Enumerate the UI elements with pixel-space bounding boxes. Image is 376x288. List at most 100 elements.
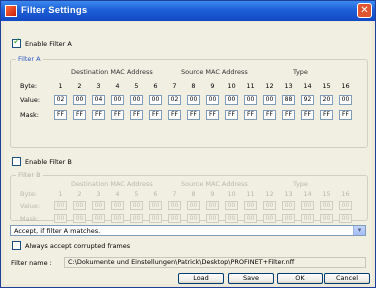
byte-number: 2 xyxy=(77,190,82,198)
mask-cell[interactable]: FF xyxy=(168,110,181,120)
value-cell[interactable]: 02 xyxy=(54,95,67,105)
value-cell[interactable]: 00 xyxy=(111,95,124,105)
value-cell[interactable]: 00 xyxy=(244,95,257,105)
accept-mode-dropdown[interactable]: Accept, if filter A matches. ▾ xyxy=(10,225,366,236)
save-button[interactable]: Save xyxy=(228,273,274,284)
value-cell[interactable]: 04 xyxy=(92,95,105,105)
value-cell[interactable]: 00 xyxy=(225,95,238,105)
enable-filter-b-row[interactable]: Enable Filter B xyxy=(12,157,72,166)
mask-cell[interactable]: 00 xyxy=(282,214,295,223)
byte-number: 15 xyxy=(322,82,331,90)
mask-cell[interactable]: 00 xyxy=(244,214,257,223)
value-cell[interactable]: 00 xyxy=(206,201,219,210)
byte-number: 6 xyxy=(153,82,158,90)
value-cell[interactable]: 00 xyxy=(244,201,257,210)
title-bar[interactable]: Filter Settings ✕ xyxy=(1,1,375,21)
filter-a-group: Filter A Destination MAC Address Source M… xyxy=(10,55,368,148)
load-button[interactable]: Load xyxy=(178,273,224,284)
value-cell[interactable]: 88 xyxy=(282,95,295,105)
enable-filter-a-row[interactable]: Enable Filter A xyxy=(12,37,72,48)
value-cell[interactable]: 00 xyxy=(339,201,352,210)
value-cell[interactable]: 00 xyxy=(54,201,67,210)
mask-cell[interactable]: 00 xyxy=(149,214,162,223)
mask-row-label: Mask: xyxy=(20,215,39,223)
mask-cell[interactable]: 00 xyxy=(168,214,181,223)
value-cell[interactable]: 00 xyxy=(130,201,143,210)
dialog-content: Enable Filter A Filter A Destination MAC… xyxy=(4,22,372,284)
enable-filter-b-checkbox[interactable] xyxy=(12,157,21,166)
value-cell[interactable]: 00 xyxy=(187,95,200,105)
mask-cell[interactable]: 00 xyxy=(54,214,67,223)
mask-cell[interactable]: 00 xyxy=(225,214,238,223)
byte-number: 2 xyxy=(77,82,82,90)
value-cell[interactable]: 00 xyxy=(263,201,276,210)
filter-b-group-label: Filter B xyxy=(16,171,43,179)
mask-cell[interactable]: 00 xyxy=(111,214,124,223)
byte-number: 16 xyxy=(341,190,350,198)
value-cell[interactable]: 00 xyxy=(263,95,276,105)
byte-number: 5 xyxy=(134,190,139,198)
filter-b-group: Filter B Destination MAC Address Source M… xyxy=(10,171,368,223)
mask-cell[interactable]: FF xyxy=(111,110,124,120)
cancel-button[interactable]: Cancel xyxy=(324,273,370,284)
enable-filter-a-checkbox[interactable] xyxy=(12,37,21,48)
dest-mac-header: Destination MAC Address xyxy=(71,68,153,76)
value-cell[interactable]: 00 xyxy=(301,201,314,210)
mask-cell[interactable]: FF xyxy=(130,110,143,120)
value-cell[interactable]: 00 xyxy=(73,201,86,210)
value-row-label: Value: xyxy=(20,202,41,210)
value-cell[interactable]: 00 xyxy=(149,201,162,210)
value-cell[interactable]: 00 xyxy=(282,201,295,210)
value-cell[interactable]: 02 xyxy=(168,95,181,105)
mask-cell[interactable]: 00 xyxy=(263,214,276,223)
value-cell[interactable]: 00 xyxy=(92,201,105,210)
mask-cell[interactable]: FF xyxy=(301,110,314,120)
byte-number: 4 xyxy=(115,82,120,90)
mask-cell[interactable]: FF xyxy=(244,110,257,120)
mask-cell[interactable]: FF xyxy=(225,110,238,120)
mask-cell[interactable]: FF xyxy=(206,110,219,120)
chevron-down-icon[interactable]: ▾ xyxy=(353,226,365,235)
value-cell[interactable]: 20 xyxy=(320,95,333,105)
value-cell[interactable]: 00 xyxy=(73,95,86,105)
value-cell[interactable]: 00 xyxy=(168,201,181,210)
value-cell[interactable]: 00 xyxy=(149,95,162,105)
accept-corrupted-row[interactable]: Always accept corrupted frames xyxy=(12,241,130,250)
mask-cell[interactable]: 00 xyxy=(73,214,86,223)
mask-cell[interactable]: FF xyxy=(149,110,162,120)
byte-number: 14 xyxy=(303,190,312,198)
value-cell[interactable]: 00 xyxy=(187,201,200,210)
byte-number: 1 xyxy=(58,82,63,90)
value-cell[interactable]: 92 xyxy=(301,95,314,105)
mask-cell[interactable]: FF xyxy=(92,110,105,120)
byte-number: 16 xyxy=(341,82,350,90)
mask-cell[interactable]: 00 xyxy=(339,214,352,223)
mask-cell[interactable]: FF xyxy=(73,110,86,120)
accept-corrupted-checkbox[interactable] xyxy=(12,241,21,250)
value-cell[interactable]: 00 xyxy=(339,95,352,105)
value-cell[interactable]: 00 xyxy=(130,95,143,105)
byte-number: 13 xyxy=(284,82,293,90)
mask-cell[interactable]: 00 xyxy=(301,214,314,223)
mask-cell[interactable]: FF xyxy=(187,110,200,120)
close-button[interactable]: ✕ xyxy=(357,3,372,18)
mask-cell[interactable]: FF xyxy=(320,110,333,120)
mask-cell[interactable]: 00 xyxy=(206,214,219,223)
value-cell[interactable]: 00 xyxy=(111,201,124,210)
enable-filter-a-label: Enable Filter A xyxy=(25,39,72,48)
type-header: Type xyxy=(293,68,308,76)
mask-cell[interactable]: FF xyxy=(282,110,295,120)
mask-cell[interactable]: FF xyxy=(263,110,276,120)
byte-number: 3 xyxy=(96,190,101,198)
mask-cell[interactable]: FF xyxy=(54,110,67,120)
mask-cell[interactable]: FF xyxy=(339,110,352,120)
value-cell[interactable]: 00 xyxy=(225,201,238,210)
value-cell[interactable]: 00 xyxy=(320,201,333,210)
byte-number: 6 xyxy=(153,190,158,198)
value-cell[interactable]: 00 xyxy=(206,95,219,105)
ok-button[interactable]: OK xyxy=(277,273,323,284)
mask-cell[interactable]: 00 xyxy=(130,214,143,223)
mask-cell[interactable]: 00 xyxy=(92,214,105,223)
mask-cell[interactable]: 00 xyxy=(187,214,200,223)
mask-cell[interactable]: 00 xyxy=(320,214,333,223)
